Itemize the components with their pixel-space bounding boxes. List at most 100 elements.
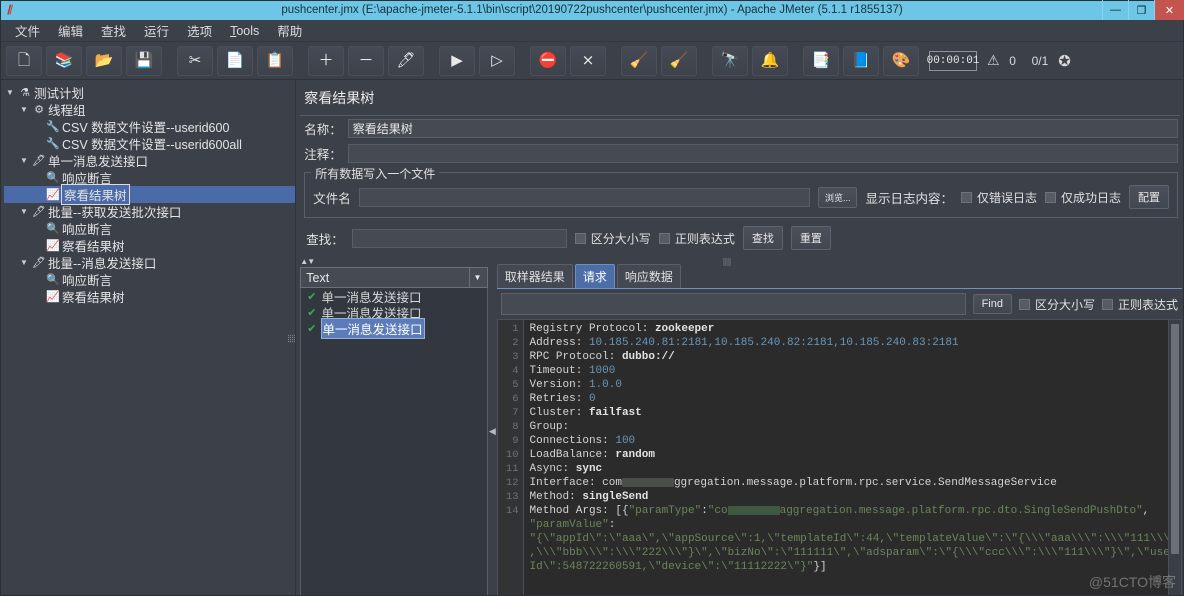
line-number: 8 bbox=[512, 421, 519, 433]
menu-run[interactable]: 运行 bbox=[135, 19, 178, 42]
name-input[interactable]: 察看结果树 bbox=[347, 119, 1178, 138]
active-threads-ratio: 0/1 bbox=[1031, 53, 1049, 68]
configure-button[interactable]: 配置 bbox=[1129, 185, 1169, 209]
browse-button[interactable]: 浏览... bbox=[817, 186, 858, 208]
expand-arrow-icon[interactable]: ▼ bbox=[18, 105, 30, 114]
code-token: Id\":548722260591,\"device\":\"11112222\… bbox=[529, 561, 814, 573]
tree-node[interactable]: ▼ ⚗ 测试计划 bbox=[4, 84, 295, 101]
clear-all-button[interactable]: 🧹 bbox=[661, 45, 697, 76]
code-line-wrapped: "{\"appId\":\"aaa\",\"appSource\":1,\"te… bbox=[530, 532, 1169, 546]
expand-arrow-icon[interactable]: ▼ bbox=[18, 258, 30, 267]
errors-only-checkbox[interactable]: 仅错误日志 bbox=[960, 189, 1037, 206]
test-plan-tree[interactable]: ▼ ⚗ 测试计划 ▼ ⚙ 线程组 🔧 CSV 数据文件设置--userid600 🔧 CSV 数据… bbox=[0, 80, 296, 305]
expand-arrow-icon[interactable]: ▼ bbox=[18, 156, 30, 165]
filename-input[interactable] bbox=[358, 187, 810, 207]
scrollbar-thumb[interactable] bbox=[1171, 324, 1180, 554]
tab-response-data[interactable]: 响应数据 bbox=[616, 264, 681, 288]
code-token: 1000 bbox=[588, 365, 616, 377]
tree-node[interactable]: 🔧 CSV 数据文件设置--userid600all bbox=[4, 135, 295, 152]
warning-indicator[interactable]: ⚠ 0 bbox=[987, 52, 1020, 69]
sampler-results-list[interactable]: ✔ 单一消息发送接口 ✔ 单一消息发送接口 ✔ 单一消息发送接口 bbox=[300, 288, 488, 596]
search-regex-checkbox[interactable]: 正则表达式 bbox=[658, 230, 735, 247]
paste-button[interactable]: 📋 bbox=[257, 45, 293, 76]
comment-input[interactable] bbox=[347, 144, 1178, 163]
shutdown-button[interactable]: ⨯ bbox=[570, 45, 606, 76]
menu-file[interactable]: 文件 bbox=[6, 19, 49, 42]
checkbox-box bbox=[960, 191, 972, 203]
menu-options[interactable]: 选项 bbox=[178, 19, 221, 42]
copy-button[interactable]: 📄 bbox=[217, 45, 253, 76]
tree-node[interactable]: 🔍 响应断言 bbox=[4, 169, 295, 186]
warning-triangle-icon: ⚠ bbox=[987, 52, 1000, 68]
line-number: 5 bbox=[512, 379, 519, 391]
view-results-tree-icon: 📈 bbox=[46, 291, 60, 303]
reset-search-button[interactable]: 🔔 bbox=[752, 45, 788, 76]
menu-tools[interactable]: Tools bbox=[221, 22, 268, 40]
gear-icon[interactable]: ✪ bbox=[1058, 52, 1071, 70]
code-line: Connections: 100 bbox=[530, 434, 1169, 448]
function-helper-button[interactable]: 📑 bbox=[803, 45, 839, 76]
page-title: 察看结果树 bbox=[304, 90, 375, 106]
tree-node[interactable]: ▼ 🖋 单一消息发送接口 bbox=[4, 152, 295, 169]
binoculars-icon: 🔭 bbox=[720, 52, 740, 69]
tree-node[interactable]: ▼ 🖋 批量--消息发送接口 bbox=[4, 254, 295, 271]
horizontal-splitter[interactable]: ▲▼ ⣿⣿ bbox=[296, 256, 1184, 267]
start-no-pauses-button[interactable]: ▷ bbox=[479, 45, 515, 76]
menu-search[interactable]: 查找 bbox=[92, 19, 135, 42]
save-button[interactable]: 💾 bbox=[126, 45, 162, 76]
expand-arrow-icon[interactable]: ▼ bbox=[4, 88, 16, 97]
line-number: 14 bbox=[505, 505, 519, 517]
find-regex-checkbox[interactable]: 正则表达式 bbox=[1102, 296, 1178, 313]
tree-splitter-handle[interactable]: ⣿⣿ bbox=[286, 334, 294, 342]
tree-node[interactable]: 🔍 响应断言 bbox=[4, 220, 295, 237]
tab-request[interactable]: 请求 bbox=[574, 264, 615, 288]
request-content[interactable]: Registry Protocol: zookeeper Address: 10.… bbox=[524, 320, 1169, 595]
tree-node[interactable]: 📈 察看结果树 bbox=[4, 288, 295, 305]
search-case-checkbox[interactable]: 区分大小写 bbox=[574, 230, 651, 247]
tree-node[interactable]: ▼ 🖋 批量--获取发送批次接口 bbox=[4, 203, 295, 220]
line-number: 2 bbox=[512, 337, 519, 349]
search-submit-button[interactable]: 查找 bbox=[742, 226, 783, 250]
close-button[interactable]: ✕ bbox=[1154, 0, 1184, 20]
new-button[interactable]: 🗋 bbox=[6, 45, 42, 76]
line-number: 7 bbox=[512, 407, 519, 419]
code-line-wrapped: "paramValue": bbox=[530, 518, 1169, 532]
tree-node[interactable]: 🔍 响应断言 bbox=[4, 271, 295, 288]
menu-help[interactable]: 帮助 bbox=[268, 19, 311, 42]
start-button[interactable]: ▶ bbox=[439, 45, 475, 76]
results-vertical-splitter[interactable]: ◀ bbox=[488, 267, 497, 596]
success-shield-icon: ✔ bbox=[307, 306, 317, 319]
expand-button[interactable]: ＋ bbox=[308, 45, 344, 76]
restore-button[interactable]: ❐ bbox=[1128, 0, 1154, 20]
find-input[interactable] bbox=[500, 293, 966, 315]
renderer-combo[interactable]: Text ▼ bbox=[300, 267, 488, 288]
help-button[interactable]: 📘 bbox=[843, 45, 879, 76]
tree-node[interactable]: 🔧 CSV 数据文件设置--userid600 bbox=[4, 118, 295, 135]
find-case-checkbox[interactable]: 区分大小写 bbox=[1018, 296, 1095, 313]
collapse-button[interactable]: － bbox=[348, 45, 384, 76]
csv-config-icon: 🔧 bbox=[46, 121, 60, 133]
content-vertical-scrollbar[interactable] bbox=[1168, 320, 1182, 595]
tree-node[interactable]: 📈 察看结果树 bbox=[4, 184, 296, 205]
success-only-checkbox[interactable]: 仅成功日志 bbox=[1044, 189, 1121, 206]
minimize-button[interactable]: — bbox=[1102, 0, 1128, 20]
list-item[interactable]: ✔ 单一消息发送接口 bbox=[301, 317, 487, 339]
tree-node[interactable]: 📈 察看结果树 bbox=[4, 237, 295, 254]
search-input[interactable] bbox=[351, 228, 567, 248]
search-button[interactable]: 🔭 bbox=[712, 45, 748, 76]
undo-redo-button[interactable]: 🎨 bbox=[883, 45, 919, 76]
clear-button[interactable]: 🧹 bbox=[621, 45, 657, 76]
search-reset-button[interactable]: 重置 bbox=[790, 226, 831, 250]
cut-button[interactable]: ✂ bbox=[177, 45, 213, 76]
tab-sampler-result[interactable]: 取样器结果 bbox=[496, 264, 573, 288]
renderer-selected-value: Text bbox=[306, 270, 330, 285]
find-button[interactable]: Find bbox=[972, 294, 1012, 314]
tree-node[interactable]: ▼ ⚙ 线程组 bbox=[4, 101, 295, 118]
menu-edit[interactable]: 编辑 bbox=[49, 19, 92, 42]
open-button[interactable]: 📂 bbox=[86, 45, 122, 76]
code-token: 10.185.240.81:2181,10.185.240.82:2181,10… bbox=[588, 337, 959, 349]
expand-arrow-icon[interactable]: ▼ bbox=[18, 207, 30, 216]
stop-button[interactable]: ⛔ bbox=[530, 45, 566, 76]
toggle-button[interactable]: 🖊 bbox=[388, 45, 424, 76]
templates-button[interactable]: 📚 bbox=[46, 45, 82, 76]
